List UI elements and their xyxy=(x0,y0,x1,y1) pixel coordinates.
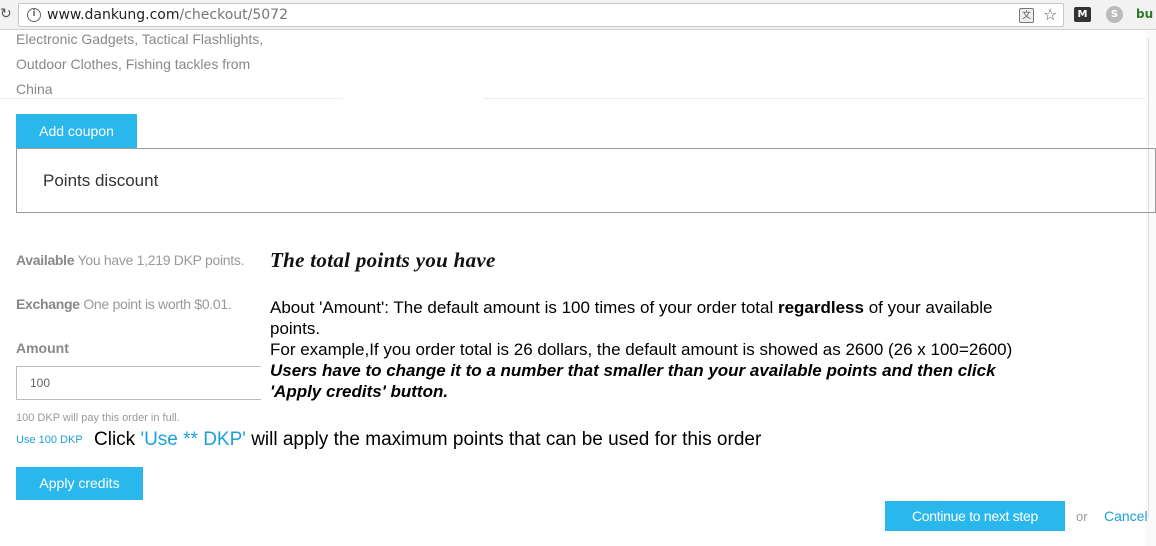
available-row: Available You have 1,219 DKP points. xyxy=(16,251,244,269)
scrollbar-thumb[interactable] xyxy=(1148,38,1151,518)
address-bar[interactable]: i www.dankung.com/checkout/5072 文 ☆ xyxy=(18,3,1064,27)
annotation-line: 'Apply credits' button. xyxy=(270,382,449,401)
available-value: You have 1,219 DKP points. xyxy=(77,252,245,268)
store-blurb: Electronic Gadgets, Tactical Flashlights… xyxy=(16,27,281,102)
continue-button[interactable]: Continue to next step xyxy=(885,501,1065,531)
annotation-click-highlight: 'Use ** DKP' xyxy=(140,429,246,450)
amount-input[interactable] xyxy=(16,366,261,400)
bookmark-star-icon[interactable]: ☆ xyxy=(1043,6,1057,24)
annotation-text: About 'Amount': The default amount is 10… xyxy=(270,297,1140,402)
blurb-line: Electronic Gadgets, Tactical Flashlights… xyxy=(16,31,264,47)
info-icon[interactable]: i xyxy=(27,8,41,22)
pay-note: 100 DKP will pay this order in full. xyxy=(16,412,180,424)
annotation-click-pre: Click xyxy=(94,429,141,450)
annotation-line: Users have to change it to a number that… xyxy=(270,361,996,380)
url-text[interactable]: www.dankung.com/checkout/5072 xyxy=(47,7,288,23)
annotation-click-post: will apply the maximum points that can b… xyxy=(245,429,762,450)
translate-icon[interactable]: 文 xyxy=(1019,8,1034,23)
url-path: /checkout/5072 xyxy=(179,7,288,23)
annotation-title: The total points you have xyxy=(270,248,496,272)
extension-m-icon[interactable]: M xyxy=(1074,7,1091,22)
exchange-row: Exchange One point is worth $0.01. xyxy=(16,295,232,313)
extension-s-icon[interactable]: S xyxy=(1106,6,1123,23)
browser-toolbar: ↻ i www.dankung.com/checkout/5072 文 ☆ M … xyxy=(0,0,1156,30)
annotation-line: About 'Amount': The default amount is 10… xyxy=(270,297,1140,318)
or-text: or xyxy=(1076,509,1088,524)
use-dkp-link[interactable]: Use 100 DKP xyxy=(16,433,83,447)
annotation-line1-post: of your available xyxy=(863,298,993,317)
exchange-value: One point is worth $0.01. xyxy=(83,296,232,312)
divider-gap xyxy=(343,97,483,100)
annotation-click-note: Click 'Use ** DKP' will apply the maximu… xyxy=(94,429,761,451)
cancel-link[interactable]: Cancel xyxy=(1104,508,1148,524)
section-divider xyxy=(0,98,1145,99)
add-coupon-tab[interactable]: Add coupon xyxy=(16,114,137,148)
annotation-line1-pre: About 'Amount': The default amount is 10… xyxy=(270,298,778,317)
amount-label: Amount xyxy=(16,340,69,356)
available-label: Available xyxy=(16,252,75,268)
points-discount-panel[interactable]: Points discount xyxy=(16,148,1156,213)
points-discount-title: Points discount xyxy=(43,171,159,190)
reload-icon[interactable]: ↻ xyxy=(0,5,12,23)
apply-credits-button[interactable]: Apply credits xyxy=(16,467,143,500)
blurb-line: Outdoor Clothes, Fishing tackles from xyxy=(16,56,251,72)
extension-bu-icon[interactable]: bu xyxy=(1136,6,1153,23)
annotation-line1-bold: regardless xyxy=(777,298,864,317)
annotation-line: points. xyxy=(270,319,321,338)
url-host: www.dankung.com xyxy=(47,7,180,23)
annotation-line: For example,If you order total is 26 dol… xyxy=(270,340,1013,359)
exchange-label: Exchange xyxy=(16,296,80,312)
